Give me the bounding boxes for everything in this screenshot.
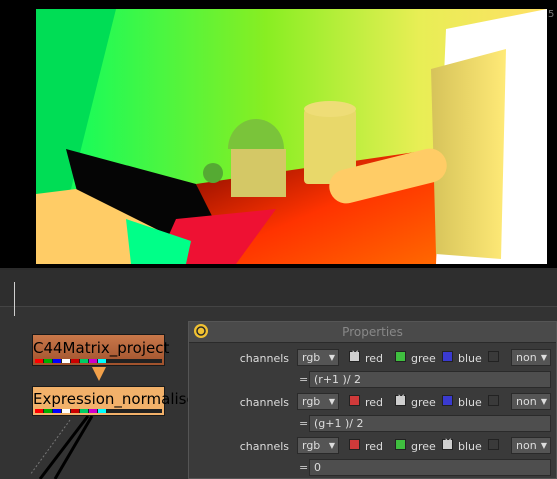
blue-checkbox[interactable] (442, 437, 453, 450)
normals-render (36, 9, 547, 264)
expression-row-3: = 0 (189, 458, 557, 478)
red-label: red (365, 352, 384, 365)
blue-swatch[interactable] (442, 351, 453, 362)
green-label: gree (411, 440, 436, 453)
channels-label: channels (239, 352, 289, 365)
layer-dropdown[interactable]: rgb ▼ (297, 349, 339, 366)
node-label: Expression_normalise (33, 390, 196, 408)
channels-label: channels (239, 440, 289, 453)
alpha-checkbox[interactable] (488, 351, 499, 362)
node-c44matrix-project[interactable]: C44Matrix_project (32, 334, 170, 366)
chevron-down-icon: ▼ (328, 397, 335, 406)
green-checkbox[interactable] (395, 393, 406, 406)
equals-sign: = (299, 417, 309, 430)
chevron-down-icon: ▼ (540, 353, 547, 362)
channel-indicator-bar (35, 409, 162, 413)
viewer-panel: 5 (0, 0, 557, 268)
extra-channel-dropdown[interactable]: non ▼ (511, 437, 551, 454)
red-checkbox[interactable] (349, 349, 360, 362)
red-swatch[interactable] (349, 395, 360, 406)
red-label: red (365, 396, 384, 409)
expression-row-2: = (g+1 )/ 2 (189, 414, 557, 434)
red-label: red (365, 440, 384, 453)
green-swatch[interactable] (395, 439, 406, 450)
alpha-checkbox[interactable] (488, 395, 499, 406)
channels-row-2: channels rgb▼ red gree blue non▼ (189, 392, 557, 412)
channel-indicator-bar (35, 359, 162, 363)
expression-field[interactable]: (g+1 )/ 2 (309, 415, 551, 432)
properties-panel: Properties channels rgb▼ red gree blue n… (188, 321, 557, 479)
viewer-corner-label: 5 (548, 9, 555, 20)
channels-label: channels (239, 396, 289, 409)
green-label: gree (411, 396, 436, 409)
channels-row-1: channels rgb▼ red gree blue non▼ (189, 348, 557, 368)
expression-field[interactable]: 0 (309, 459, 551, 476)
chevron-down-icon: ▼ (328, 441, 335, 450)
blue-swatch[interactable] (442, 395, 453, 406)
properties-title: Properties (342, 325, 403, 339)
properties-header[interactable]: Properties (189, 322, 556, 343)
render-image (36, 9, 547, 264)
equals-sign: = (299, 373, 309, 386)
connection-arrow (92, 367, 106, 381)
expression-row-1: = (r+1 )/ 2 (189, 370, 557, 390)
layer-dropdown[interactable]: rgb ▼ (297, 393, 339, 410)
layer-dropdown[interactable]: rgb ▼ (297, 437, 339, 454)
blue-label: blue (458, 352, 482, 365)
green-label: gree (411, 352, 436, 365)
extra-channel-dropdown[interactable]: non ▼ (511, 393, 551, 410)
alpha-checkbox[interactable] (488, 439, 499, 450)
chevron-down-icon: ▼ (328, 353, 335, 362)
chevron-down-icon: ▼ (540, 441, 547, 450)
blue-label: blue (458, 396, 482, 409)
red-swatch[interactable] (349, 439, 360, 450)
blue-label: blue (458, 440, 482, 453)
node-label: C44Matrix_project (33, 339, 170, 357)
equals-sign: = (299, 461, 309, 474)
green-swatch[interactable] (395, 351, 406, 362)
channels-row-3: channels rgb▼ red gree blue non▼ (189, 436, 557, 456)
node-expression-normalise[interactable]: Expression_normalise (32, 386, 196, 416)
expression-field[interactable]: (r+1 )/ 2 (309, 371, 551, 388)
chevron-down-icon: ▼ (540, 397, 547, 406)
extra-channel-dropdown[interactable]: non ▼ (511, 349, 551, 366)
